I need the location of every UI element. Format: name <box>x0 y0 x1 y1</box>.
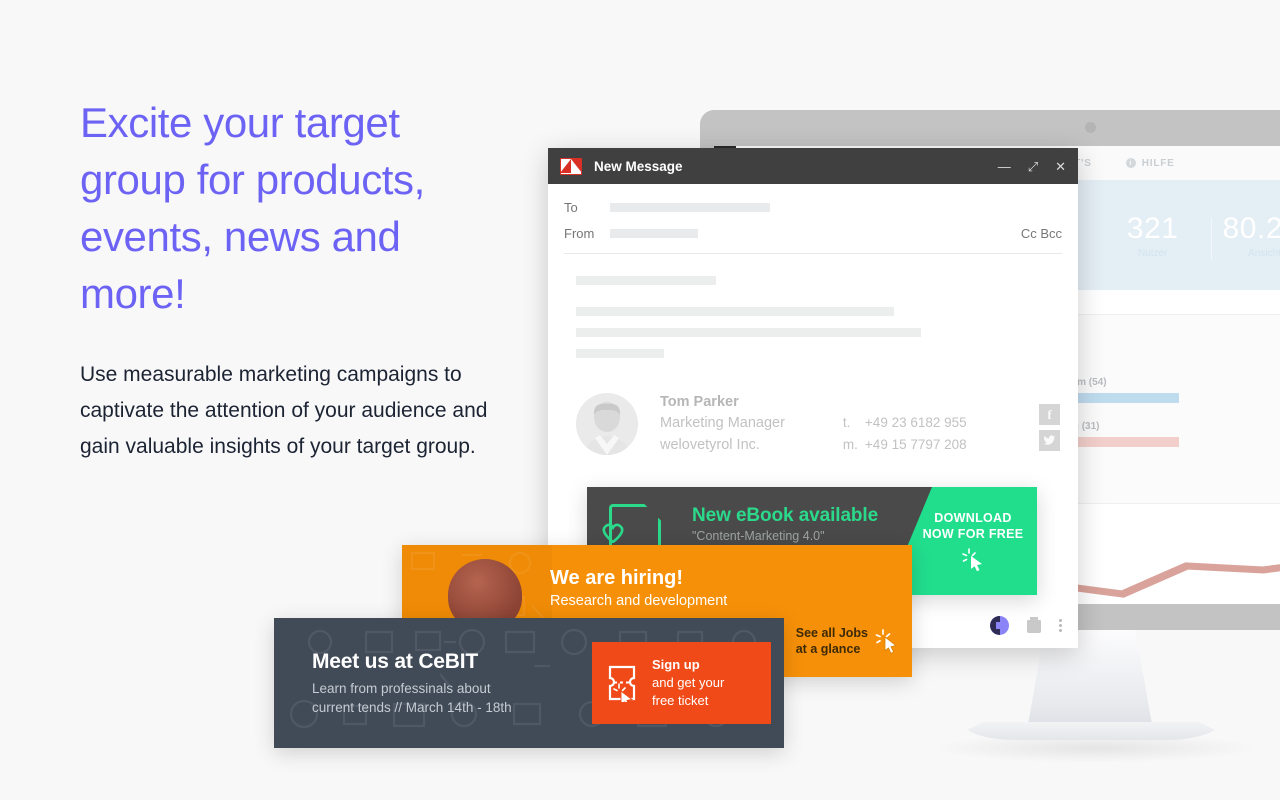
signup-button[interactable]: Sign up and get your free ticket <box>592 642 771 724</box>
signature-name: Tom Parker <box>660 394 739 410</box>
cc-bcc-button[interactable]: Cc Bcc <box>1021 226 1062 241</box>
compose-fields: To From Cc Bcc <box>548 184 1078 246</box>
body-placeholder-line <box>576 349 664 358</box>
cebit-subline1: Learn from professinals about <box>312 681 491 696</box>
body-placeholder-line <box>576 276 716 285</box>
signature-company: welovetyrol Inc. <box>660 437 760 453</box>
signup-title: Sign up <box>652 657 700 672</box>
legend-count: (31) <box>1081 421 1100 432</box>
nav-item-help[interactable]: i HILFE <box>1125 157 1175 169</box>
twitter-icon[interactable] <box>1039 430 1060 451</box>
avatar <box>576 393 638 455</box>
monitor-stand-base <box>962 722 1220 740</box>
ebook-cta-line2: NOW FOR FREE <box>922 527 1024 541</box>
ebook-cta-line1: DOWNLOAD <box>934 511 1012 525</box>
signup-line2: and get your <box>652 675 725 690</box>
stat-views: 80.215 Ansichten <box>1211 212 1280 260</box>
hero-copy: Excite your target group for products, e… <box>80 94 510 465</box>
ebook-headline: New eBook available <box>692 505 879 526</box>
page-title: Excite your target group for products, e… <box>80 99 425 317</box>
hiring-subline: Research and development <box>550 593 728 609</box>
mobile-value: +49 15 7797 208 <box>864 437 967 452</box>
cebit-headline: Meet us at CeBIT <box>312 650 478 673</box>
nav-item-label: HILFE <box>1141 157 1175 169</box>
stat-users: 321 Nutzer <box>1094 212 1211 259</box>
heart-icon <box>602 523 624 543</box>
hero-description: Use measurable marketing campaigns to ca… <box>80 363 488 458</box>
page-root: Excite your target group for products, e… <box>0 0 1280 800</box>
compose-title: New Message <box>594 158 683 174</box>
from-label: From <box>564 225 595 241</box>
stat-value: 321 <box>1126 212 1179 245</box>
ticket-icon <box>608 665 636 702</box>
banner-cebit[interactable]: Meet us at CeBIT Learn from professinals… <box>274 618 784 748</box>
click-cursor-icon <box>962 548 982 572</box>
phone-value: +49 23 6182 955 <box>864 415 967 430</box>
body-placeholder-line <box>576 307 894 316</box>
close-button[interactable]: ✕ <box>1055 160 1066 173</box>
info-icon: i <box>1125 158 1136 168</box>
stat-value: 80.215 <box>1222 212 1280 245</box>
minimize-button[interactable]: — <box>998 160 1011 173</box>
gmail-icon <box>560 157 582 175</box>
click-cursor-icon <box>875 629 897 654</box>
to-label: To <box>564 199 578 215</box>
compose-body[interactable] <box>548 254 1078 358</box>
phone-label: t. <box>842 415 851 430</box>
more-options-icon[interactable] <box>1059 618 1062 632</box>
hiring-headline: We are hiring! <box>550 567 683 589</box>
signature-mobile: m. +49 15 7797 208 <box>843 434 967 456</box>
compose-titlebar: New Message — ⤢ ✕ <box>548 148 1078 184</box>
from-input[interactable] <box>610 228 698 238</box>
cebit-subline2: current tends // March 14th - 18th <box>312 700 512 715</box>
ebook-subline: "Content-Marketing 4.0" <box>692 529 825 543</box>
facebook-icon[interactable]: f <box>1039 404 1060 425</box>
trash-icon[interactable] <box>1027 617 1041 633</box>
email-signature: Tom Parker Marketing Manager welovetyrol… <box>548 380 1078 456</box>
mobile-label: m. <box>842 437 858 452</box>
hiring-cta-line1: See all Jobs <box>795 626 868 640</box>
monitor-camera-icon <box>1085 122 1096 133</box>
signup-line3: free ticket <box>652 693 709 708</box>
stat-label: Ansichten <box>1248 248 1280 259</box>
stat-label: Nutzer <box>1137 248 1168 259</box>
app-logo-icon[interactable] <box>990 615 1009 635</box>
see-all-jobs-button[interactable]: See all Jobs at a glance <box>796 625 900 657</box>
signature-role: Marketing Manager <box>660 415 785 431</box>
expand-button[interactable]: ⤢ <box>1028 160 1038 173</box>
body-placeholder-line <box>576 328 921 337</box>
to-input[interactable] <box>610 202 770 212</box>
to-field-row[interactable]: To <box>564 194 1062 220</box>
hiring-cta-line2: at a glance <box>795 642 861 656</box>
signature-phone: t. +49 23 6182 955 <box>843 412 967 434</box>
legend-count: (54) <box>1088 377 1107 388</box>
from-field-row[interactable]: From Cc Bcc <box>564 220 1062 246</box>
